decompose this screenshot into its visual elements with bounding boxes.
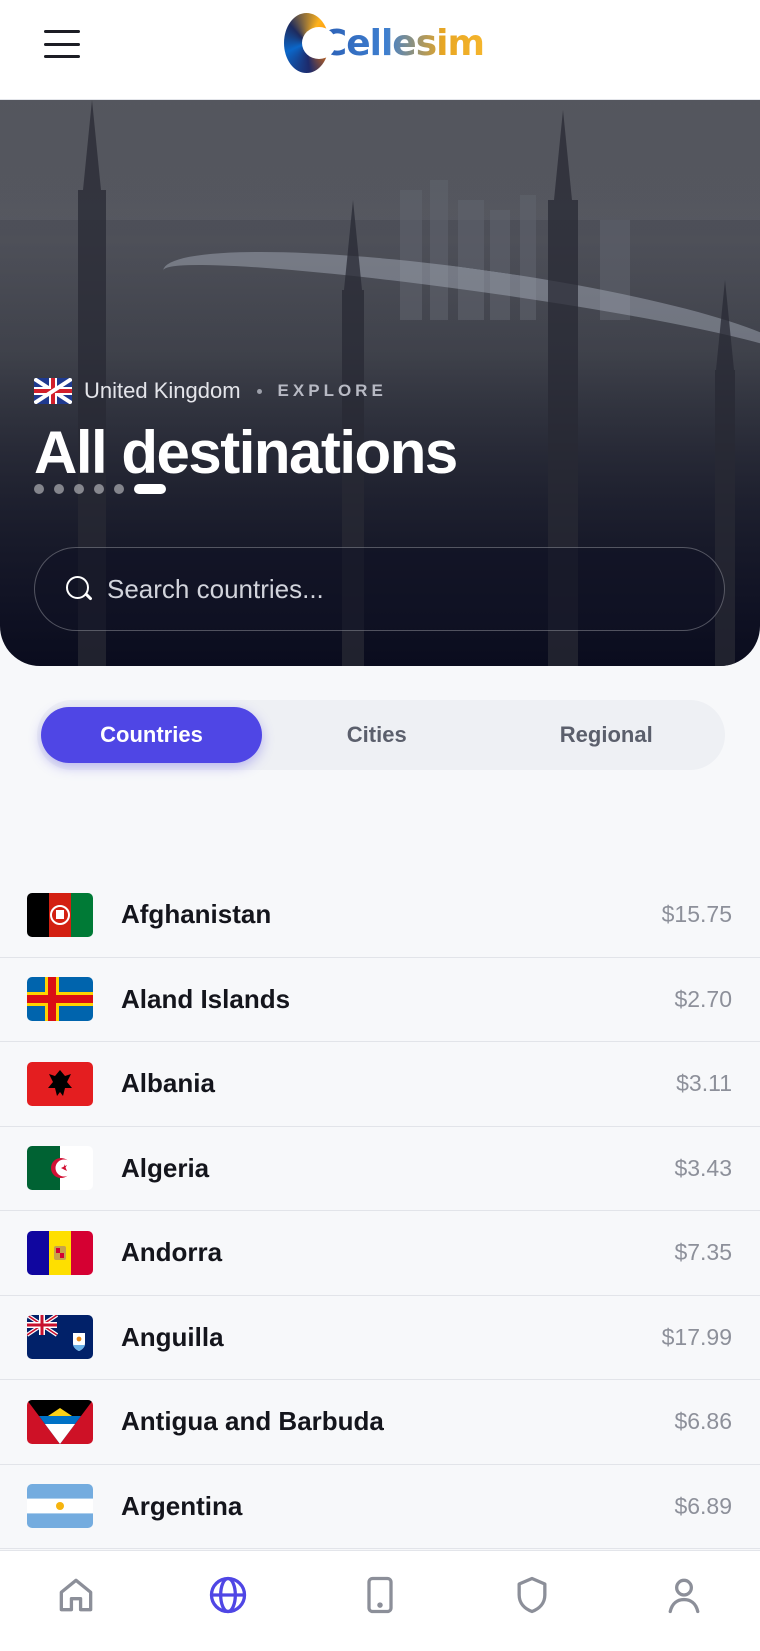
hero-banner: United Kingdom EXPLORE All destinations <box>0 100 760 666</box>
home-icon[interactable] <box>54 1573 98 1617</box>
carousel-dot[interactable] <box>94 484 104 494</box>
carousel-dot[interactable] <box>34 484 44 494</box>
country-row[interactable]: Aland Islands $2.70 <box>0 958 760 1042</box>
country-name: Argentina <box>121 1490 243 1521</box>
tab-regional[interactable]: Regional <box>492 707 722 763</box>
country-row[interactable]: Argentina $6.89 <box>0 1465 760 1549</box>
carousel-dot[interactable] <box>74 484 84 494</box>
page-title: All destinations <box>34 419 458 486</box>
carousel-indicator <box>34 484 166 494</box>
menu-line <box>44 55 80 58</box>
search-icon <box>65 575 93 603</box>
country-price: $3.43 <box>674 1154 732 1181</box>
device-icon[interactable] <box>358 1573 402 1617</box>
country-list: Afghanistan $15.75 Aland Islands $2.70 Alban… <box>0 873 760 1549</box>
anguilla-flag-icon <box>27 1315 93 1360</box>
tab-cities[interactable]: Cities <box>262 707 492 763</box>
algeria-flag-icon <box>27 1146 93 1191</box>
country-row[interactable]: Afghanistan $15.75 <box>0 873 760 958</box>
country-price: $15.75 <box>661 901 732 928</box>
antigua-and-barbuda-flag-icon <box>27 1399 93 1444</box>
search-bar[interactable] <box>34 547 725 631</box>
carousel-dot[interactable] <box>54 484 64 494</box>
uk-flag-icon <box>34 378 72 404</box>
andorra-flag-icon <box>27 1230 93 1275</box>
carousel-dot[interactable] <box>134 484 166 494</box>
hero-sky <box>0 100 760 220</box>
location-label: United Kingdom <box>84 378 241 403</box>
menu-line <box>44 42 80 46</box>
minaret-silhouette <box>715 370 735 666</box>
argentina-flag-icon <box>27 1484 93 1529</box>
bottom-navigation <box>0 1550 760 1651</box>
country-price: $2.70 <box>674 985 732 1012</box>
country-price: $6.89 <box>674 1492 732 1519</box>
country-price: $17.99 <box>661 1323 732 1350</box>
separator-dot <box>256 388 262 394</box>
hamburger-menu-icon[interactable] <box>44 30 80 58</box>
logo-text: Cellesim <box>320 22 485 64</box>
country-name: Antigua and Barbuda <box>121 1406 384 1437</box>
logo-mark-icon <box>284 13 336 73</box>
country-name: Algeria <box>121 1152 210 1183</box>
globe-icon[interactable] <box>206 1573 250 1617</box>
user-icon[interactable] <box>662 1573 706 1617</box>
country-name: Andorra <box>121 1237 223 1268</box>
country-row[interactable]: Antigua and Barbuda $6.86 <box>0 1380 760 1465</box>
country-name: Aland Islands <box>121 983 291 1014</box>
app-logo[interactable]: Cellesim <box>284 8 485 78</box>
search-input[interactable] <box>107 573 667 605</box>
country-price: $7.35 <box>674 1239 732 1266</box>
carousel-dot[interactable] <box>114 484 124 494</box>
menu-line <box>44 30 80 33</box>
explore-label: EXPLORE <box>277 381 387 400</box>
country-row[interactable]: Anguilla $17.99 <box>0 1296 760 1380</box>
country-row[interactable]: Andorra $7.35 <box>0 1211 760 1296</box>
country-row[interactable]: Albania $3.11 <box>0 1042 760 1127</box>
country-name: Albania <box>121 1068 215 1099</box>
afghanistan-flag-icon <box>27 892 93 937</box>
tab-countries[interactable]: Countries <box>41 707 262 763</box>
country-price: $6.86 <box>674 1408 732 1435</box>
hero-location: United Kingdom EXPLORE <box>34 378 387 404</box>
shield-icon[interactable] <box>510 1573 554 1617</box>
country-row[interactable]: Algeria $3.43 <box>0 1127 760 1211</box>
segmented-tabs: Countries Cities Regional <box>37 700 725 770</box>
top-bar: Cellesim <box>0 0 760 100</box>
country-name: Afghanistan <box>121 899 272 930</box>
aland-islands-flag-icon <box>27 977 93 1022</box>
albania-flag-icon <box>27 1061 93 1106</box>
country-price: $3.11 <box>676 1070 732 1097</box>
country-name: Anguilla <box>121 1321 224 1352</box>
